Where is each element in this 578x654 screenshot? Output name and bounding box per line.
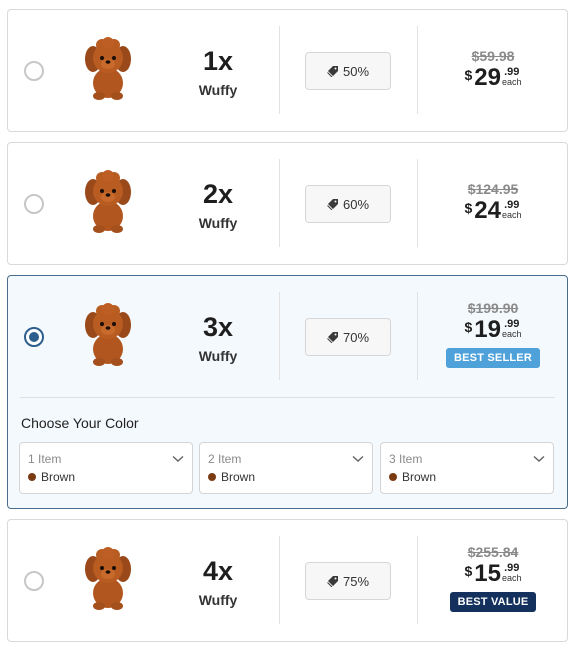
color-swatch bbox=[208, 473, 216, 481]
best-seller-badge: BEST SELLER bbox=[446, 348, 540, 368]
price-integer: 19 bbox=[474, 316, 501, 343]
bundle-product-name: Wuffy bbox=[198, 82, 238, 98]
bundle-product-name: Wuffy bbox=[198, 215, 238, 231]
current-price: $ 29 .99 each bbox=[464, 66, 521, 90]
original-price: $199.90 bbox=[467, 300, 519, 316]
plush-puppy-image bbox=[80, 547, 136, 611]
select-color-value: Brown bbox=[389, 470, 436, 484]
price-box: $255.84 $ 15 .99 each BEST VALUE bbox=[418, 544, 568, 612]
bundle-quantity: 3x bbox=[202, 312, 234, 342]
discount-badge: 70% bbox=[305, 318, 391, 356]
chevron-down-icon bbox=[533, 455, 545, 463]
price-integer: 24 bbox=[474, 197, 501, 224]
select-item-label: 3 Item bbox=[389, 452, 423, 466]
plush-puppy-image bbox=[80, 37, 136, 101]
tag-icon bbox=[327, 575, 339, 587]
divider bbox=[279, 159, 280, 247]
color-name: Brown bbox=[402, 470, 437, 484]
discount-value: 50% bbox=[342, 63, 370, 79]
plush-puppy-image bbox=[80, 303, 136, 367]
discount-badge: 75% bbox=[305, 562, 391, 600]
section-divider bbox=[20, 397, 555, 398]
price-currency: $ bbox=[464, 563, 473, 579]
color-name: Brown bbox=[221, 470, 256, 484]
bundle-card-1[interactable]: 1x Wuffy 50% $59.98 $ 29 .99 each bbox=[7, 9, 568, 132]
bundle-quantity: 4x bbox=[202, 556, 234, 586]
original-price: $255.84 bbox=[467, 544, 519, 560]
tag-icon bbox=[327, 331, 339, 343]
divider bbox=[279, 536, 280, 624]
bundle-quantity: 1x bbox=[202, 46, 234, 76]
current-price: $ 24 .99 each bbox=[464, 199, 521, 223]
bundle-card-3[interactable]: 3x Wuffy 70% $199.90 $ 19 .99 each BEST … bbox=[7, 275, 568, 509]
best-value-badge: BEST VALUE bbox=[449, 592, 537, 612]
price-integer: 15 bbox=[474, 560, 501, 587]
price-integer: 29 bbox=[474, 64, 501, 91]
price-box: $59.98 $ 29 .99 each bbox=[418, 48, 568, 90]
bundle-product-name: Wuffy bbox=[198, 348, 238, 364]
price-box: $124.95 $ 24 .99 each bbox=[418, 181, 568, 223]
discount-value: 75% bbox=[342, 573, 370, 589]
select-color-value: Brown bbox=[208, 470, 255, 484]
divider bbox=[279, 26, 280, 114]
price-each: each bbox=[501, 210, 522, 220]
select-item-label: 2 Item bbox=[208, 452, 242, 466]
tag-icon bbox=[327, 198, 339, 210]
tag-icon bbox=[327, 65, 339, 77]
bundle-card-2[interactable]: 2x Wuffy 60% $124.95 $ 24 .99 each bbox=[7, 142, 568, 265]
price-box: $199.90 $ 19 .99 each BEST SELLER bbox=[418, 300, 568, 368]
discount-badge: 60% bbox=[305, 185, 391, 223]
bundle-radio-3[interactable] bbox=[24, 327, 44, 347]
color-select-item-2[interactable]: 2 Item Brown bbox=[199, 442, 373, 494]
bundle-radio-2[interactable] bbox=[24, 194, 44, 214]
select-item-label: 1 Item bbox=[28, 452, 62, 466]
discount-badge: 50% bbox=[305, 52, 391, 90]
bundle-quantity: 2x bbox=[202, 179, 234, 209]
price-each: each bbox=[501, 329, 522, 339]
price-each: each bbox=[501, 573, 522, 583]
color-swatch bbox=[389, 473, 397, 481]
bundle-product-name: Wuffy bbox=[198, 592, 238, 608]
price-currency: $ bbox=[464, 67, 473, 83]
discount-value: 70% bbox=[342, 329, 370, 345]
chevron-down-icon bbox=[172, 455, 184, 463]
current-price: $ 19 .99 each bbox=[464, 318, 521, 342]
price-currency: $ bbox=[464, 319, 473, 335]
bundle-radio-4[interactable] bbox=[24, 571, 44, 591]
price-currency: $ bbox=[464, 200, 473, 216]
price-each: each bbox=[501, 77, 522, 87]
divider bbox=[279, 292, 280, 380]
choose-color-title: Choose Your Color bbox=[21, 415, 139, 431]
select-color-value: Brown bbox=[28, 470, 75, 484]
bundle-card-4[interactable]: 4x Wuffy 75% $255.84 $ 15 .99 each BEST … bbox=[7, 519, 568, 642]
original-price: $59.98 bbox=[471, 48, 515, 64]
plush-puppy-image bbox=[80, 170, 136, 234]
current-price: $ 15 .99 each bbox=[464, 562, 521, 586]
color-select-item-1[interactable]: 1 Item Brown bbox=[19, 442, 193, 494]
color-swatch bbox=[28, 473, 36, 481]
color-select-item-3[interactable]: 3 Item Brown bbox=[380, 442, 554, 494]
color-name: Brown bbox=[41, 470, 76, 484]
bundle-radio-1[interactable] bbox=[24, 61, 44, 81]
original-price: $124.95 bbox=[467, 181, 519, 197]
discount-value: 60% bbox=[342, 196, 370, 212]
chevron-down-icon bbox=[352, 455, 364, 463]
